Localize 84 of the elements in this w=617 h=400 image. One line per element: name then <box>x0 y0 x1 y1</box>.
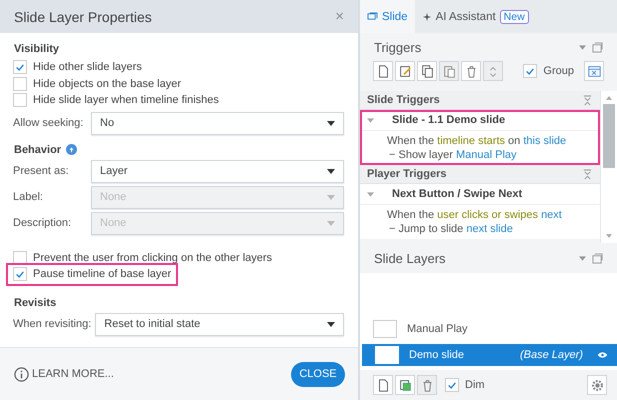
info-icon <box>14 366 29 382</box>
caret-icon <box>327 322 335 326</box>
panel-title: Slide Layers <box>374 250 446 266</box>
dropdown[interactable]: Reset to initial state <box>95 312 344 336</box>
close-button[interactable]: CLOSE <box>291 362 345 386</box>
check-icon <box>525 66 536 76</box>
layer-row[interactable]: Manual Play <box>360 318 617 340</box>
gear-icon <box>590 378 604 392</box>
caret-icon <box>327 120 335 126</box>
new-page-button[interactable] <box>373 375 393 395</box>
checkbox[interactable] <box>13 60 27 74</box>
edit-icon <box>398 64 412 78</box>
eye-icon[interactable] <box>597 351 608 359</box>
section-title: Slide Triggers <box>367 94 440 106</box>
trigger-line[interactable]: When the timeline starts on this slide <box>387 134 600 148</box>
copy-button[interactable] <box>417 61 437 81</box>
duplicate-button[interactable] <box>395 375 415 395</box>
info-icon[interactable] <box>66 144 78 155</box>
collapse-icon[interactable] <box>583 168 592 180</box>
dropdown-icon[interactable] <box>579 44 586 50</box>
check-icon <box>15 62 25 72</box>
up-down-arrows-button[interactable] <box>483 61 503 81</box>
trigger-line[interactable]: When the user clicks or swipes next <box>387 208 600 222</box>
checkbox[interactable] <box>13 93 27 108</box>
field-label: Present as: <box>13 165 70 177</box>
trash-button[interactable] <box>461 61 481 81</box>
variables-icon <box>586 64 602 78</box>
section-title: Player Triggers <box>367 168 446 180</box>
caret-icon <box>327 194 335 200</box>
window-icon[interactable] <box>592 252 603 264</box>
checkbox-label: Prevent the user from clicking on the other layers <box>33 252 272 264</box>
duplicate-icon <box>398 378 412 392</box>
checkbox-label: Hide other slide layers <box>33 61 142 74</box>
new-page-button[interactable] <box>373 61 393 81</box>
checkbox-label: Hide slide layer when timeline finishes <box>33 94 219 106</box>
trigger-line[interactable]: − Show layer Manual Play <box>387 148 600 162</box>
dropdown[interactable]: No <box>91 112 344 134</box>
learn-more-link[interactable]: LEARN MORE... <box>14 366 114 382</box>
caret-icon <box>327 168 335 174</box>
collapse-icon[interactable] <box>583 94 592 106</box>
panel-title: Triggers <box>374 40 422 54</box>
checkbox-label: Hide objects on the base layer <box>33 78 181 90</box>
dropdown[interactable]: Layer <box>91 160 344 182</box>
section-heading: Behavior <box>14 144 62 156</box>
checkbox[interactable] <box>523 64 538 78</box>
section-heading: Revisits <box>14 296 56 308</box>
field-label: Allow seeking: <box>13 117 84 129</box>
tab[interactable]: Slide <box>360 0 415 33</box>
tab[interactable]: AI Assistant New <box>414 0 536 33</box>
trigger-line[interactable]: − Jump to slide next slide <box>387 222 600 236</box>
caret-icon <box>327 220 335 226</box>
trigger-title[interactable]: Next Button / Swipe Next <box>392 188 522 200</box>
trigger-title[interactable]: Slide - 1.1 Demo slide <box>392 114 506 126</box>
checkbox[interactable] <box>445 378 459 392</box>
copy-icon <box>420 64 434 78</box>
field-label: Description: <box>13 217 72 229</box>
checkbox[interactable] <box>13 250 27 265</box>
scrollbar[interactable] <box>600 91 617 243</box>
dialog-title: Slide Layer Properties <box>14 8 152 24</box>
dropdown-icon[interactable] <box>579 256 586 260</box>
checkbox[interactable] <box>13 267 27 282</box>
paste-button[interactable] <box>439 61 459 81</box>
expand-icon[interactable] <box>367 118 374 122</box>
scroll-down-icon[interactable] <box>606 234 612 238</box>
trash-button[interactable] <box>417 375 437 395</box>
paste-icon <box>442 64 456 78</box>
layer-row[interactable]: Demo slide (Base Layer) <box>362 344 617 366</box>
window-icon[interactable] <box>592 42 603 52</box>
section-heading: Visibility <box>14 43 60 55</box>
expand-icon[interactable] <box>367 192 374 196</box>
field-label: Label: <box>13 191 44 203</box>
field-label: When revisiting: <box>13 318 92 330</box>
checkbox-label: Group <box>543 65 574 77</box>
check-icon <box>15 269 25 280</box>
slide-icon <box>367 12 378 21</box>
checkbox[interactable] <box>13 76 27 91</box>
gear-button[interactable] <box>587 375 607 395</box>
edit-button[interactable] <box>395 61 415 81</box>
sparkle-icon <box>422 12 432 22</box>
scroll-up-icon[interactable] <box>606 96 612 100</box>
checkbox-label: Pause timeline of base layer <box>33 268 172 280</box>
check-icon <box>447 380 457 390</box>
checkbox-label: Dim <box>465 379 485 391</box>
variables-button[interactable] <box>584 61 604 81</box>
